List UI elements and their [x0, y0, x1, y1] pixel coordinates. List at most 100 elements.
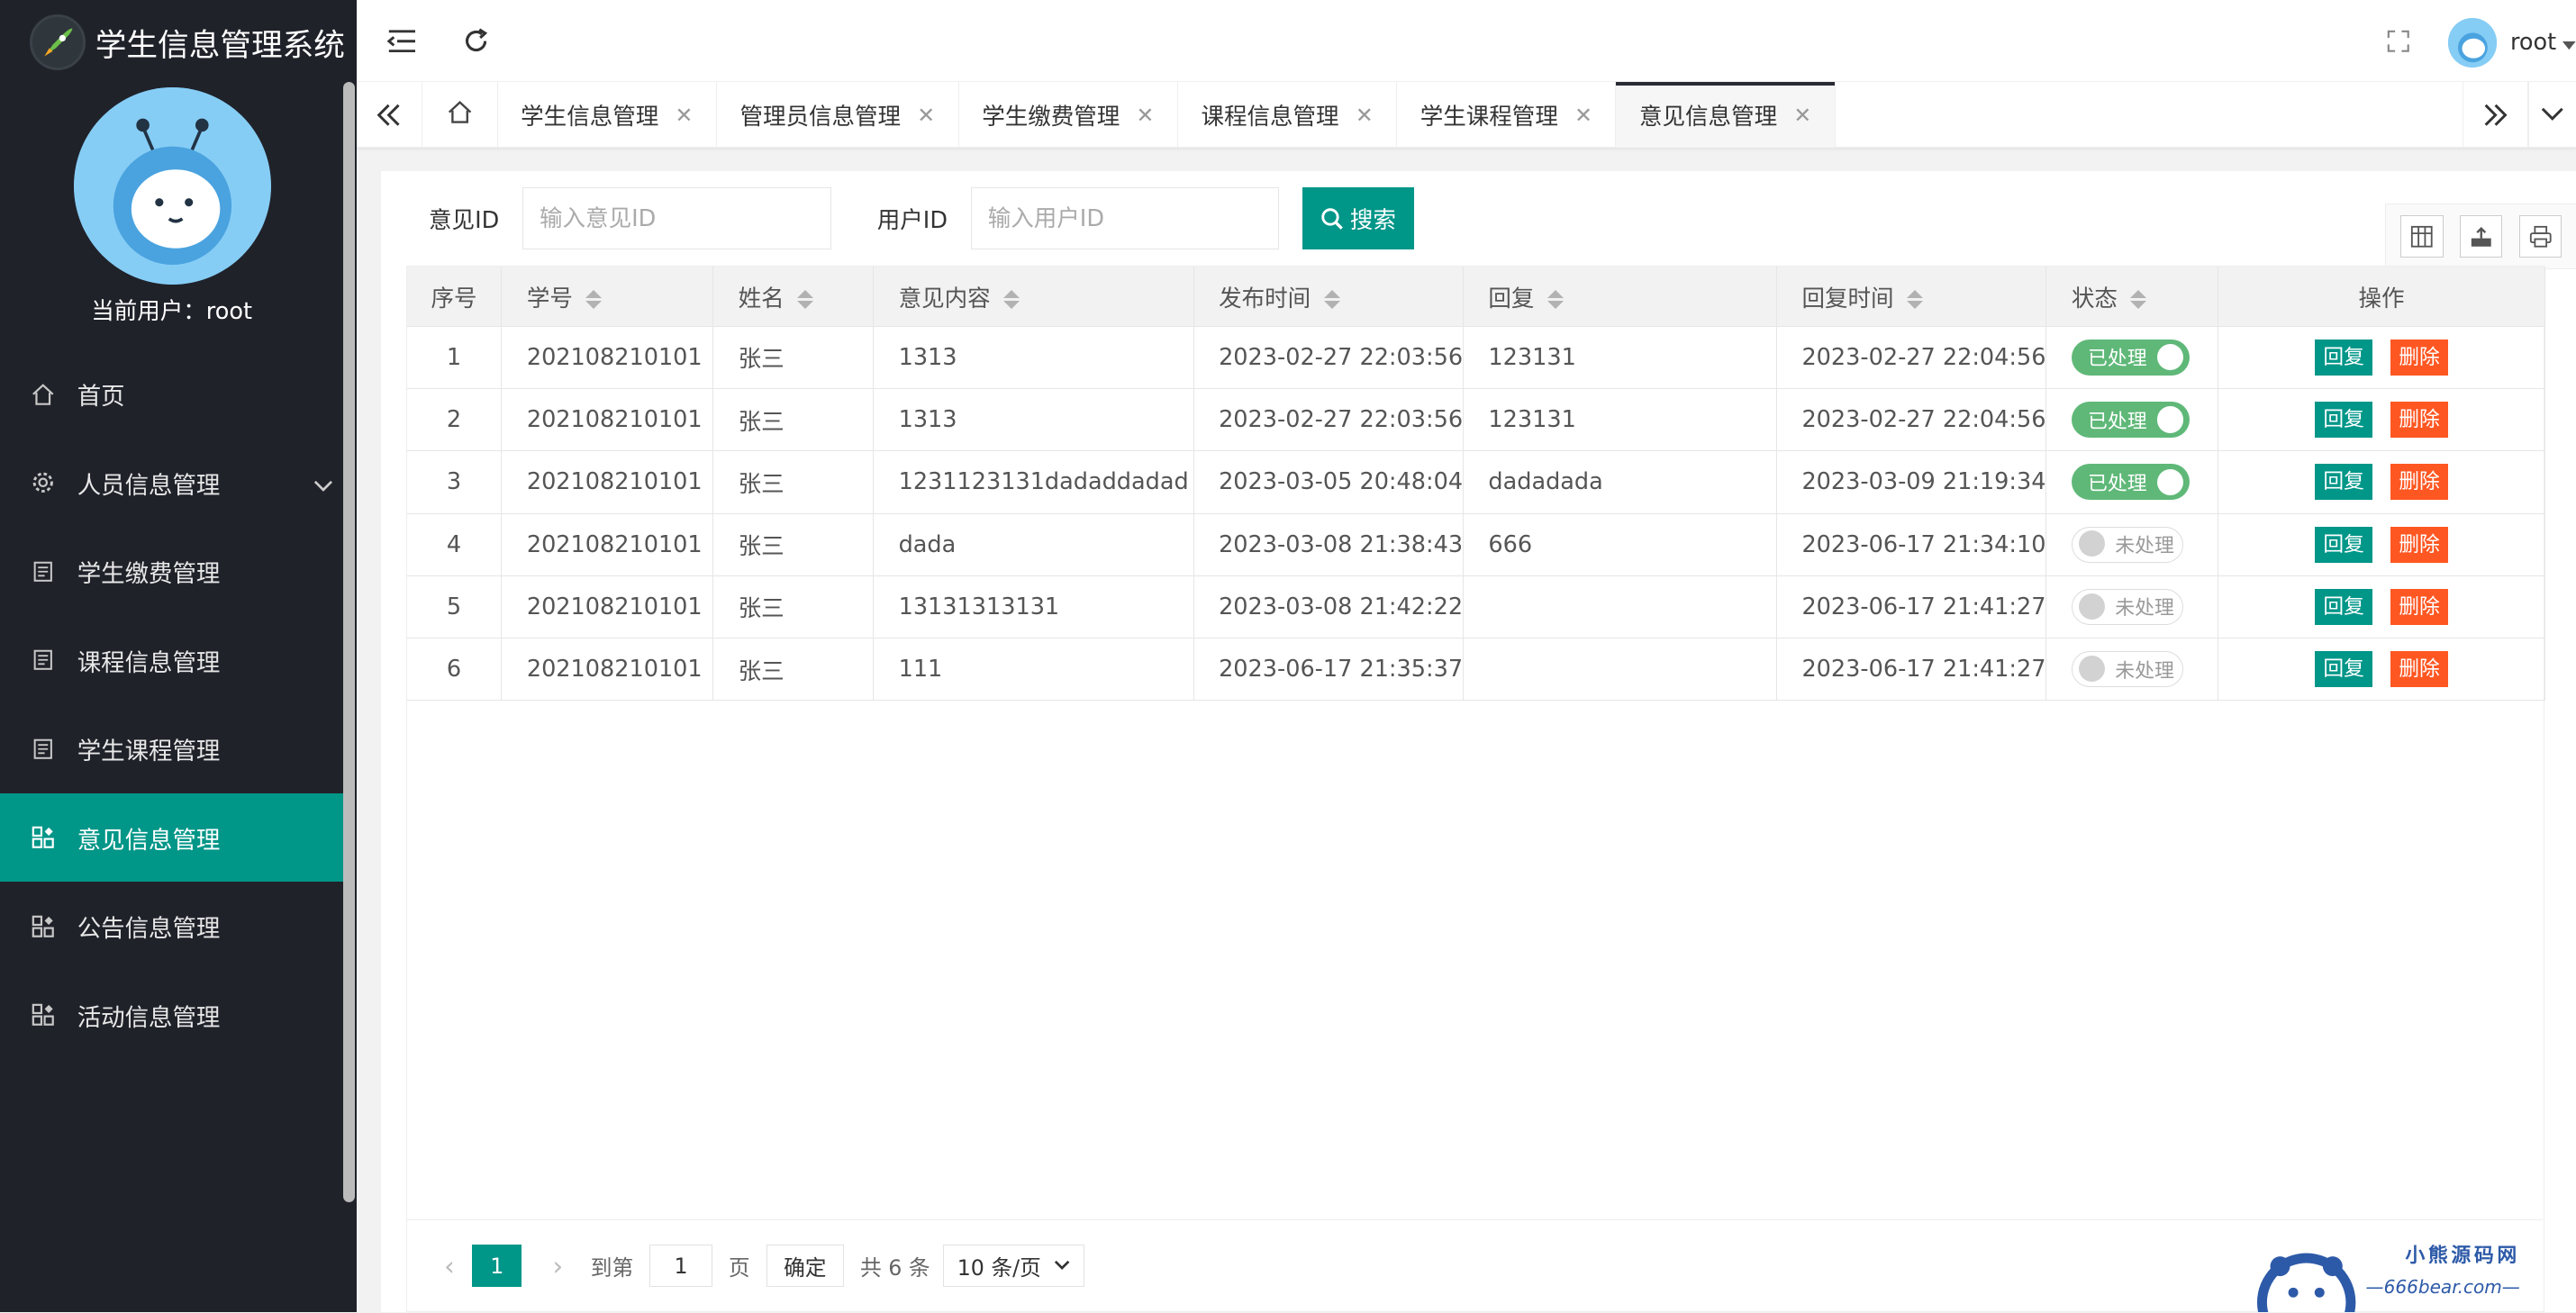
status-label: 未处理: [2115, 659, 2174, 683]
page-size-value: 10 条/页: [957, 1255, 1041, 1281]
sort-icon[interactable]: [797, 289, 814, 310]
tab-opinion[interactable]: 意见信息管理 ✕: [1616, 82, 1836, 149]
col-header-status[interactable]: 状态: [2045, 267, 2218, 327]
tab-label: 意见信息管理: [1639, 104, 1778, 131]
opinion-id-input[interactable]: [522, 186, 831, 250]
app-grid-icon: [32, 826, 55, 849]
sort-icon[interactable]: [1907, 289, 1924, 310]
reply-button[interactable]: 回复: [2315, 339, 2373, 376]
col-header-time[interactable]: 发布时间: [1193, 267, 1465, 327]
sort-icon[interactable]: [585, 289, 603, 310]
reply-button[interactable]: 回复: [2315, 402, 2373, 439]
cell-reply: 666: [1463, 513, 1778, 576]
reply-button[interactable]: 回复: [2315, 651, 2373, 688]
delete-button[interactable]: 删除: [2390, 588, 2448, 626]
cell-content: dada: [873, 513, 1194, 576]
reply-button[interactable]: 回复: [2315, 526, 2373, 563]
status-label: 已处理: [2088, 348, 2147, 371]
top-header: root: [356, 0, 2576, 83]
delete-button[interactable]: 删除: [2390, 526, 2448, 563]
reply-button[interactable]: 回复: [2315, 464, 2373, 501]
sidebar-item-label: 首页: [77, 383, 125, 412]
sidebar-item-payment[interactable]: 学生缴费管理: [0, 527, 343, 615]
reply-button[interactable]: 回复: [2315, 588, 2373, 626]
delete-button[interactable]: 删除: [2390, 651, 2448, 688]
cell-reply-time: 2023-03-09 21:19:34: [1776, 450, 2047, 514]
tab-admin-info[interactable]: 管理员信息管理 ✕: [717, 82, 959, 149]
refresh-icon[interactable]: [460, 24, 493, 57]
delete-button[interactable]: 删除: [2390, 464, 2448, 501]
status-toggle[interactable]: 已处理: [2071, 464, 2191, 501]
col-header-content[interactable]: 意见内容: [873, 267, 1194, 327]
page-current[interactable]: 1: [472, 1245, 522, 1288]
menu-fold-icon[interactable]: [386, 24, 419, 57]
close-icon[interactable]: ✕: [1574, 103, 1592, 128]
tab-course[interactable]: 课程信息管理 ✕: [1178, 82, 1398, 149]
tabs-scroll-left-icon[interactable]: [357, 82, 422, 149]
columns-filter-icon[interactable]: [2400, 214, 2444, 258]
cell-reply: dadadada: [1463, 450, 1778, 514]
goto-label: 到第: [590, 1255, 634, 1281]
status-toggle[interactable]: 未处理: [2071, 651, 2183, 688]
col-header-name[interactable]: 姓名: [712, 267, 875, 327]
cell-actions: 回复 删除: [2218, 326, 2546, 389]
table-row: 5 202108210101 张三 13131313131 2023-03-08…: [406, 575, 2546, 639]
cell-name: 张三: [712, 450, 875, 514]
user-menu[interactable]: root: [2447, 18, 2576, 68]
print-icon[interactable]: [2518, 214, 2562, 258]
cell-content: 1231123131dadaddadad: [873, 450, 1194, 514]
delete-button[interactable]: 删除: [2390, 402, 2448, 439]
delete-button[interactable]: 删除: [2390, 339, 2448, 376]
tab-home[interactable]: [422, 82, 498, 149]
cell-name: 张三: [712, 326, 875, 389]
cell-time: 2023-03-08 21:42:22: [1193, 575, 1465, 639]
sidebar-item-personnel[interactable]: 人员信息管理: [0, 439, 343, 527]
tabs-dropdown-icon[interactable]: [2528, 82, 2576, 149]
user-id-input[interactable]: [970, 186, 1280, 250]
caret-down-icon: [2562, 27, 2576, 58]
close-icon[interactable]: ✕: [676, 103, 694, 128]
sidebar-item-activity[interactable]: 活动信息管理: [0, 971, 343, 1059]
sidebar-item-opinion[interactable]: 意见信息管理: [0, 792, 344, 883]
tabs-scroll-right-icon[interactable]: [2463, 82, 2529, 149]
col-header-sid[interactable]: 学号: [501, 267, 714, 327]
sidebar-item-notice[interactable]: 公告信息管理: [0, 882, 343, 970]
sort-icon[interactable]: [2130, 289, 2147, 310]
export-icon[interactable]: [2460, 214, 2503, 258]
goto-confirm-button[interactable]: 确定: [766, 1245, 844, 1288]
close-icon[interactable]: ✕: [917, 103, 935, 128]
search-button[interactable]: 搜索: [1302, 186, 1414, 250]
sidebar-item-home[interactable]: 首页: [0, 350, 343, 439]
goto-page-input[interactable]: 1: [649, 1245, 712, 1288]
close-icon[interactable]: ✕: [1356, 103, 1374, 128]
sort-icon[interactable]: [1547, 289, 1565, 310]
close-icon[interactable]: ✕: [1137, 103, 1155, 128]
app-logo[interactable]: 学生信息管理系统: [0, 0, 357, 86]
opinion-table: 序号 学号 姓名 意见内容 发布时间 回复 回复时间 状态 操作 1 20210…: [405, 266, 2546, 1313]
search-button-label: 搜索: [1349, 207, 1396, 235]
status-toggle[interactable]: 未处理: [2071, 588, 2183, 626]
tab-student-info[interactable]: 学生信息管理 ✕: [498, 82, 717, 149]
page-size-select[interactable]: 10 条/页: [943, 1245, 1085, 1288]
sort-icon[interactable]: [1003, 289, 1020, 310]
cell-reply-time: 2023-02-27 22:04:56: [1776, 326, 2047, 389]
cell-name: 张三: [712, 638, 875, 702]
status-toggle[interactable]: 未处理: [2071, 526, 2183, 563]
tab-student-course[interactable]: 学生课程管理 ✕: [1397, 82, 1617, 149]
prev-page-icon[interactable]: ‹: [426, 1251, 472, 1281]
sidebar-item-course[interactable]: 课程信息管理: [0, 616, 343, 704]
col-header-reply-time[interactable]: 回复时间: [1776, 267, 2047, 327]
col-header-reply[interactable]: 回复: [1463, 267, 1778, 327]
status-toggle[interactable]: 已处理: [2071, 402, 2191, 439]
status-label: 已处理: [2088, 472, 2147, 495]
cell-reply: [1463, 575, 1778, 639]
status-toggle[interactable]: 已处理: [2071, 339, 2191, 376]
sort-icon[interactable]: [1323, 289, 1340, 310]
tab-payment[interactable]: 学生缴费管理 ✕: [959, 82, 1178, 149]
fullscreen-icon[interactable]: [2382, 24, 2415, 57]
next-page-icon[interactable]: ›: [535, 1251, 581, 1281]
close-icon[interactable]: ✕: [1793, 103, 1811, 128]
sidebar-scrollbar[interactable]: [343, 82, 355, 1203]
col-header-label: 回复: [1488, 285, 1535, 312]
sidebar-item-student-course[interactable]: 学生课程管理: [0, 704, 343, 792]
